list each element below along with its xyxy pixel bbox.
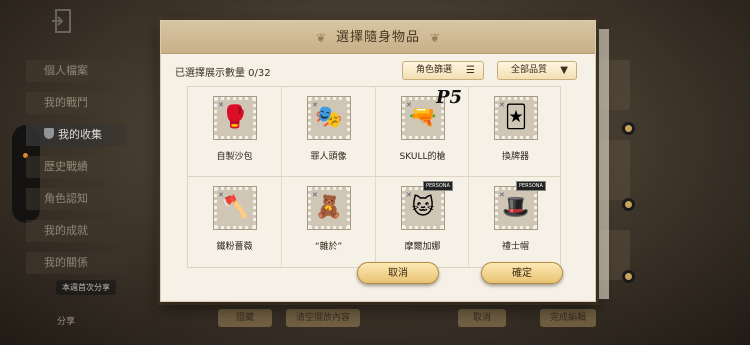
binder-ring-icon xyxy=(622,198,635,211)
select-items-dialog: ❦ 選擇隨身物品 ❦ 已選擇展示數量 0/32 角色篩選 ☰ 全部品質 ▼ ✕ 🥊… xyxy=(160,20,609,302)
top-hat-icon: ✕ 🎩 xyxy=(494,186,538,230)
item-label: 罪人頭像 xyxy=(310,152,347,162)
item-card[interactable]: ✕ 🥊 自製沙包 xyxy=(188,87,281,176)
item-label: SKULL的槍 xyxy=(399,152,446,162)
persona-tag: PERSONA xyxy=(423,181,453,191)
item-card[interactable]: ✕ 🎩 PERSONA 禮士帽 xyxy=(469,177,562,266)
shovel-rose-icon: ✕ 🪓 xyxy=(213,186,257,230)
confirm-button[interactable]: 確定 xyxy=(481,262,563,284)
binder-ring-icon xyxy=(622,122,635,135)
item-label: 換牌器 xyxy=(501,152,529,162)
persona-tag: PERSONA xyxy=(516,181,546,191)
quality-filter-dropdown[interactable]: 全部品質 ▼ xyxy=(497,61,577,80)
hide-button[interactable]: 隱藏 xyxy=(218,309,272,327)
exit-door-icon[interactable] xyxy=(50,8,76,34)
persona5-logo: P5 xyxy=(436,87,463,108)
finish-editing-button[interactable]: 完成編輯 xyxy=(540,309,596,327)
binder-ring-icon xyxy=(622,270,635,283)
selected-count-label: 已選擇展示數量 0/32 xyxy=(175,68,271,79)
sidebar: 個人檔案 我的戰鬥 我的收集 歷史戰績 角色認知 我的成就 我的關係 xyxy=(26,60,126,284)
item-card[interactable]: ✕ 🔫 P5 SKULL的槍 xyxy=(376,87,469,176)
card-switcher-icon: ✕ 🃏 xyxy=(494,96,538,140)
cancel-button[interactable]: 取消 xyxy=(357,262,439,284)
list-icon: ☰ xyxy=(466,65,475,76)
item-label: “雜於” xyxy=(314,242,343,252)
wheat-ornament-icon: ❦ xyxy=(429,31,440,45)
item-label: 自製沙包 xyxy=(216,152,253,162)
chevron-down-icon: ▼ xyxy=(560,65,568,76)
item-card[interactable]: ✕ 🎭 罪人頭像 xyxy=(282,87,375,176)
share-button[interactable]: 分享 xyxy=(57,314,75,327)
share-hint: 本週首次分享 xyxy=(56,280,116,295)
sidebar-item-role-cognition[interactable]: 角色認知 xyxy=(26,188,126,210)
item-card[interactable]: ✕ 🃏 換牌器 xyxy=(469,87,562,176)
shield-icon xyxy=(44,128,54,139)
item-label: 禮士帽 xyxy=(501,242,529,252)
plush-bundle-icon: ✕ 🧸 xyxy=(307,186,351,230)
sidebar-item-collection[interactable]: 我的收集 xyxy=(26,124,126,146)
quality-filter-label: 全部品質 xyxy=(511,65,548,75)
item-card[interactable]: ✕ 🧸 “雜於” xyxy=(282,177,375,266)
item-grid: ✕ 🥊 自製沙包 ✕ 🎭 罪人頭像 ✕ 🔫 P5 SKULL的槍 ✕ 🃏 換牌器 ✕ 🪓 … xyxy=(187,86,561,268)
plush-doll-icon: ✕ 🐱 xyxy=(401,186,445,230)
sinner-portrait-icon: ✕ 🎭 xyxy=(307,96,351,140)
bg-cancel-button[interactable]: 取消 xyxy=(458,309,506,327)
item-label: 摩爾加娜 xyxy=(404,242,441,252)
sidebar-item-battles[interactable]: 我的戰鬥 xyxy=(26,92,126,114)
sidebar-item-achievements[interactable]: 我的成就 xyxy=(26,220,126,242)
role-filter-label: 角色篩選 xyxy=(416,65,453,75)
item-card[interactable]: ✕ 🐱 PERSONA 摩爾加娜 xyxy=(376,177,469,266)
role-filter-button[interactable]: 角色篩選 ☰ xyxy=(402,61,484,80)
item-card[interactable]: ✕ 🪓 鐵粉薔薇 xyxy=(188,177,281,266)
sidebar-item-profile[interactable]: 個人檔案 xyxy=(26,60,126,82)
sandbag-icon: ✕ 🥊 xyxy=(213,96,257,140)
dialog-header: ❦ 選擇隨身物品 ❦ xyxy=(161,21,595,54)
item-label: 鐵粉薔薇 xyxy=(216,242,253,252)
clear-placement-button[interactable]: 清空擺放內容 xyxy=(286,309,360,327)
sidebar-item-label: 我的收集 xyxy=(58,128,102,141)
wheat-ornament-icon: ❦ xyxy=(316,31,327,45)
sidebar-item-relations[interactable]: 我的關係 xyxy=(26,252,126,274)
dialog-title: 選擇隨身物品 xyxy=(335,30,420,45)
sidebar-item-history[interactable]: 歷史戰績 xyxy=(26,156,126,178)
